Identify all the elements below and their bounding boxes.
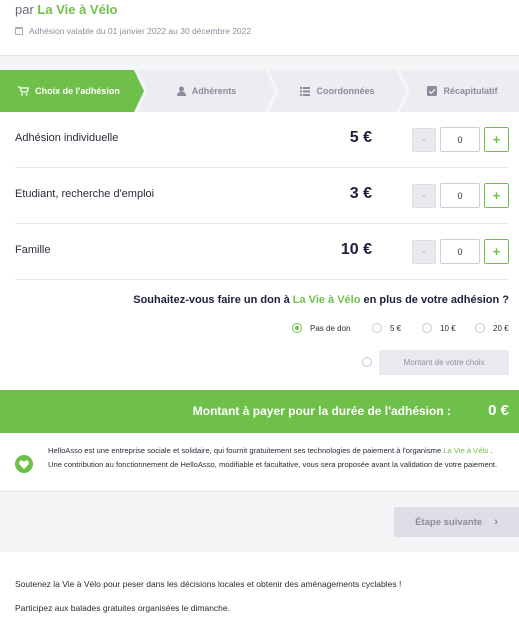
donation-option-10[interactable]: 10 € (422, 321, 456, 335)
validity-text: Adhésion valable du 01 janvier 2022 au 3… (29, 26, 252, 36)
step-label: Récapitulatif (443, 86, 498, 96)
list-icon (300, 86, 311, 96)
total-amount: 0 € (488, 402, 509, 419)
membership-price: 10 € (340, 241, 372, 258)
decrement-button[interactable]: - (412, 128, 436, 152)
membership-label: Adhésion individuelle (15, 132, 119, 144)
organizer-line: par La Vie à Vélo (15, 2, 117, 17)
chevron-right-icon: › (494, 516, 498, 528)
membership-label: Etudiant, recherche d'emploi (15, 188, 155, 200)
decrement-button[interactable]: - (412, 240, 436, 264)
page-header: par La Vie à Vélo Adhésion valable du 01… (0, 0, 519, 56)
step-label: Coordonnées (316, 86, 375, 96)
donation-option-custom[interactable] (362, 357, 372, 367)
increment-button[interactable]: + (484, 127, 509, 152)
membership-row: Etudiant, recherche d'emploi 3 € - + (15, 168, 509, 224)
heart-icon (15, 455, 33, 473)
validity-period: Adhésion valable du 01 janvier 2022 au 3… (15, 26, 251, 36)
next-step-button[interactable]: Étape suivante › (394, 507, 519, 537)
description-line: Participez aux balades gratuites organis… (15, 603, 230, 613)
description-line: Soutenez la Vie à Vélo pour peser dans l… (15, 579, 402, 589)
calendar-icon (15, 27, 23, 35)
custom-amount-input[interactable] (379, 350, 509, 375)
increment-button[interactable]: + (484, 183, 509, 208)
step-label: Choix de l'adhésion (35, 86, 120, 96)
membership-price: 3 € (349, 185, 372, 202)
donation-option-20[interactable]: 20 € (475, 321, 509, 335)
decrement-button[interactable]: - (412, 184, 436, 208)
donation-option-none[interactable]: Pas de don (292, 321, 350, 335)
donation-question: Souhaitez-vous faire un don à La Vie à V… (133, 294, 509, 306)
helloasso-info: HelloAsso est une entreprise sociale et … (0, 433, 519, 492)
membership-row: Famille 10 € - + (15, 224, 509, 280)
next-step-label: Étape suivante (415, 516, 483, 528)
user-icon (176, 86, 186, 96)
organizer-link[interactable]: La Vie à Vélo (37, 2, 117, 17)
by-prefix: par (15, 2, 34, 17)
radio-icon (422, 323, 432, 333)
donation-option-label: 10 € (440, 323, 456, 333)
description-section: Soutenez la Vie à Vélo pour peser dans l… (0, 552, 519, 640)
step-choix-adhesion[interactable]: Choix de l'adhésion (0, 70, 138, 112)
info-org-name: La Vie à Vélo (443, 446, 489, 455)
donation-question-text: Souhaitez-vous faire un don à (133, 294, 290, 306)
donation-option-5[interactable]: 5 € (372, 321, 401, 335)
donation-org-name: La Vie à Vélo (292, 294, 361, 306)
step-recapitulatif[interactable]: Récapitulatif (406, 70, 519, 112)
checkbox-icon (427, 86, 438, 96)
quantity-input[interactable] (440, 183, 480, 208)
info-text: HelloAsso est une entreprise sociale et … (48, 444, 508, 471)
navigation-area: Étape suivante › (0, 492, 519, 552)
membership-form: Adhésion individuelle 5 € - + Etudiant, … (0, 112, 519, 390)
membership-row: Adhésion individuelle 5 € - + (15, 112, 509, 168)
donation-option-label: 5 € (390, 323, 402, 333)
donation-question-text-end: en plus de votre adhésion ? (363, 294, 509, 306)
progress-steps: Choix de l'adhésion Adhérents Coordonnée… (0, 70, 519, 112)
step-coordonnees[interactable]: Coordonnées (275, 70, 400, 112)
radio-icon (475, 323, 485, 333)
quantity-input[interactable] (440, 127, 480, 152)
membership-label: Famille (15, 244, 51, 256)
info-text-start: HelloAsso est une entreprise sociale et … (48, 446, 442, 455)
quantity-input[interactable] (440, 239, 480, 264)
total-label: Montant à payer pour la durée de l'adhés… (192, 404, 451, 418)
total-bar: Montant à payer pour la durée de l'adhés… (0, 390, 519, 433)
membership-price: 5 € (349, 129, 372, 146)
radio-icon (372, 323, 382, 333)
step-adherents[interactable]: Adhérents (144, 70, 269, 112)
donation-option-label: 20 € (493, 323, 509, 333)
donation-option-label: Pas de don (310, 323, 351, 333)
cart-icon (18, 86, 30, 96)
increment-button[interactable]: + (484, 239, 509, 264)
radio-selected-icon (292, 323, 302, 333)
step-label: Adhérents (191, 86, 237, 96)
